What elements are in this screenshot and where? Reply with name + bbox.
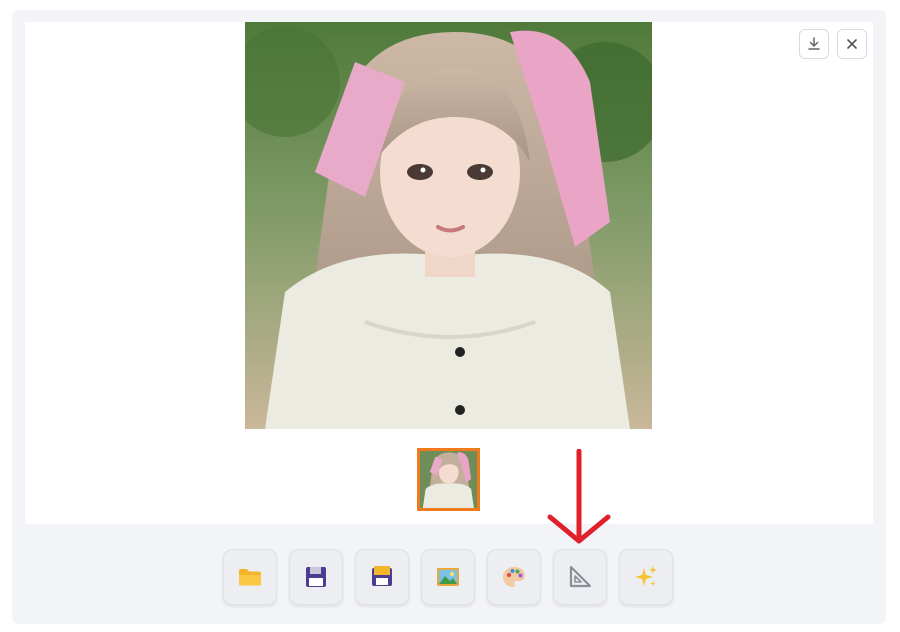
close-button[interactable] bbox=[837, 29, 867, 59]
gallery-thumbnail[interactable] bbox=[417, 448, 480, 511]
download-icon bbox=[808, 37, 820, 50]
palette-button[interactable] bbox=[487, 549, 541, 605]
save-icon bbox=[306, 567, 326, 587]
open-folder-button[interactable] bbox=[223, 549, 277, 605]
sparkles-button[interactable] bbox=[619, 549, 673, 605]
save-alt-icon bbox=[372, 566, 392, 586]
save-as-button[interactable] bbox=[355, 549, 409, 605]
sparkles-icon bbox=[635, 566, 657, 586]
annotation-arrow bbox=[547, 449, 611, 544]
palette-icon bbox=[503, 567, 525, 587]
image-button[interactable] bbox=[421, 549, 475, 605]
image-icon bbox=[437, 568, 459, 586]
triangle-ruler-icon bbox=[569, 565, 592, 588]
main-image bbox=[245, 22, 652, 429]
folder-icon bbox=[239, 569, 261, 586]
save-button[interactable] bbox=[289, 549, 343, 605]
download-button[interactable] bbox=[799, 29, 829, 59]
close-icon bbox=[847, 39, 857, 49]
triangle-ruler-button[interactable] bbox=[553, 549, 607, 605]
